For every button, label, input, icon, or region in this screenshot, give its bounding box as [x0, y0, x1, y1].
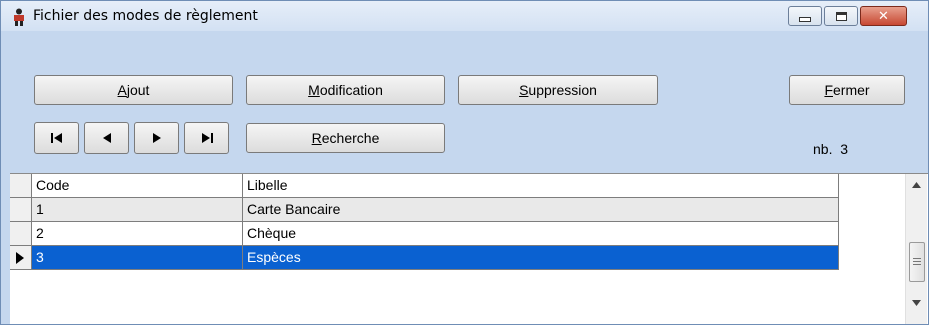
cell-libelle[interactable]: Espèces [243, 246, 839, 270]
first-record-button[interactable] [34, 122, 79, 154]
minimize-button[interactable] [788, 6, 822, 26]
column-header-code[interactable]: Code [32, 174, 243, 198]
previous-record-icon [102, 133, 111, 143]
modification-button[interactable]: Modification [246, 75, 445, 105]
app-icon [14, 8, 24, 26]
grip-icon [913, 258, 921, 265]
close-icon: ✕ [878, 8, 889, 24]
cell-code[interactable]: 1 [32, 198, 243, 222]
last-record-icon [201, 133, 213, 143]
maximize-button[interactable] [824, 6, 858, 26]
scroll-up-icon[interactable] [912, 182, 921, 188]
row-header-corner [10, 174, 32, 198]
fermer-button[interactable]: Fermer [789, 75, 905, 105]
title-bar[interactable]: Fichier des modes de règlement ✕ [1, 1, 928, 31]
next-record-icon [152, 133, 161, 143]
ajout-button[interactable]: Ajout [34, 75, 233, 105]
cell-libelle[interactable]: Carte Bancaire [243, 198, 839, 222]
window-title: Fichier des modes de règlement [33, 8, 258, 24]
close-button[interactable]: ✕ [860, 6, 907, 26]
suppression-button[interactable]: Suppression [458, 75, 658, 105]
previous-record-button[interactable] [84, 122, 129, 154]
minimize-icon [799, 16, 811, 22]
current-row-indicator-icon [16, 252, 24, 264]
cell-code[interactable]: 2 [32, 222, 243, 246]
first-record-icon [50, 133, 62, 143]
data-grid: Code Libelle 1 Carte Bancaire 2 Chèque 3… [10, 173, 928, 324]
column-header-libelle[interactable]: Libelle [243, 174, 839, 198]
maximize-icon [835, 11, 847, 21]
scroll-down-icon[interactable] [912, 300, 921, 306]
row-header[interactable] [10, 222, 32, 246]
cell-libelle[interactable]: Chèque [243, 222, 839, 246]
vertical-scrollbar[interactable] [905, 174, 927, 324]
scrollbar-thumb[interactable] [909, 242, 925, 282]
app-window: Fichier des modes de règlement ✕ Ajout M… [0, 0, 929, 325]
next-record-button[interactable] [134, 122, 179, 154]
recherche-button[interactable]: Recherche [246, 123, 445, 153]
row-header[interactable] [10, 198, 32, 222]
row-header[interactable] [10, 246, 32, 270]
last-record-button[interactable] [184, 122, 229, 154]
cell-code[interactable]: 3 [32, 246, 243, 270]
record-count: nb. 3 [813, 141, 849, 157]
